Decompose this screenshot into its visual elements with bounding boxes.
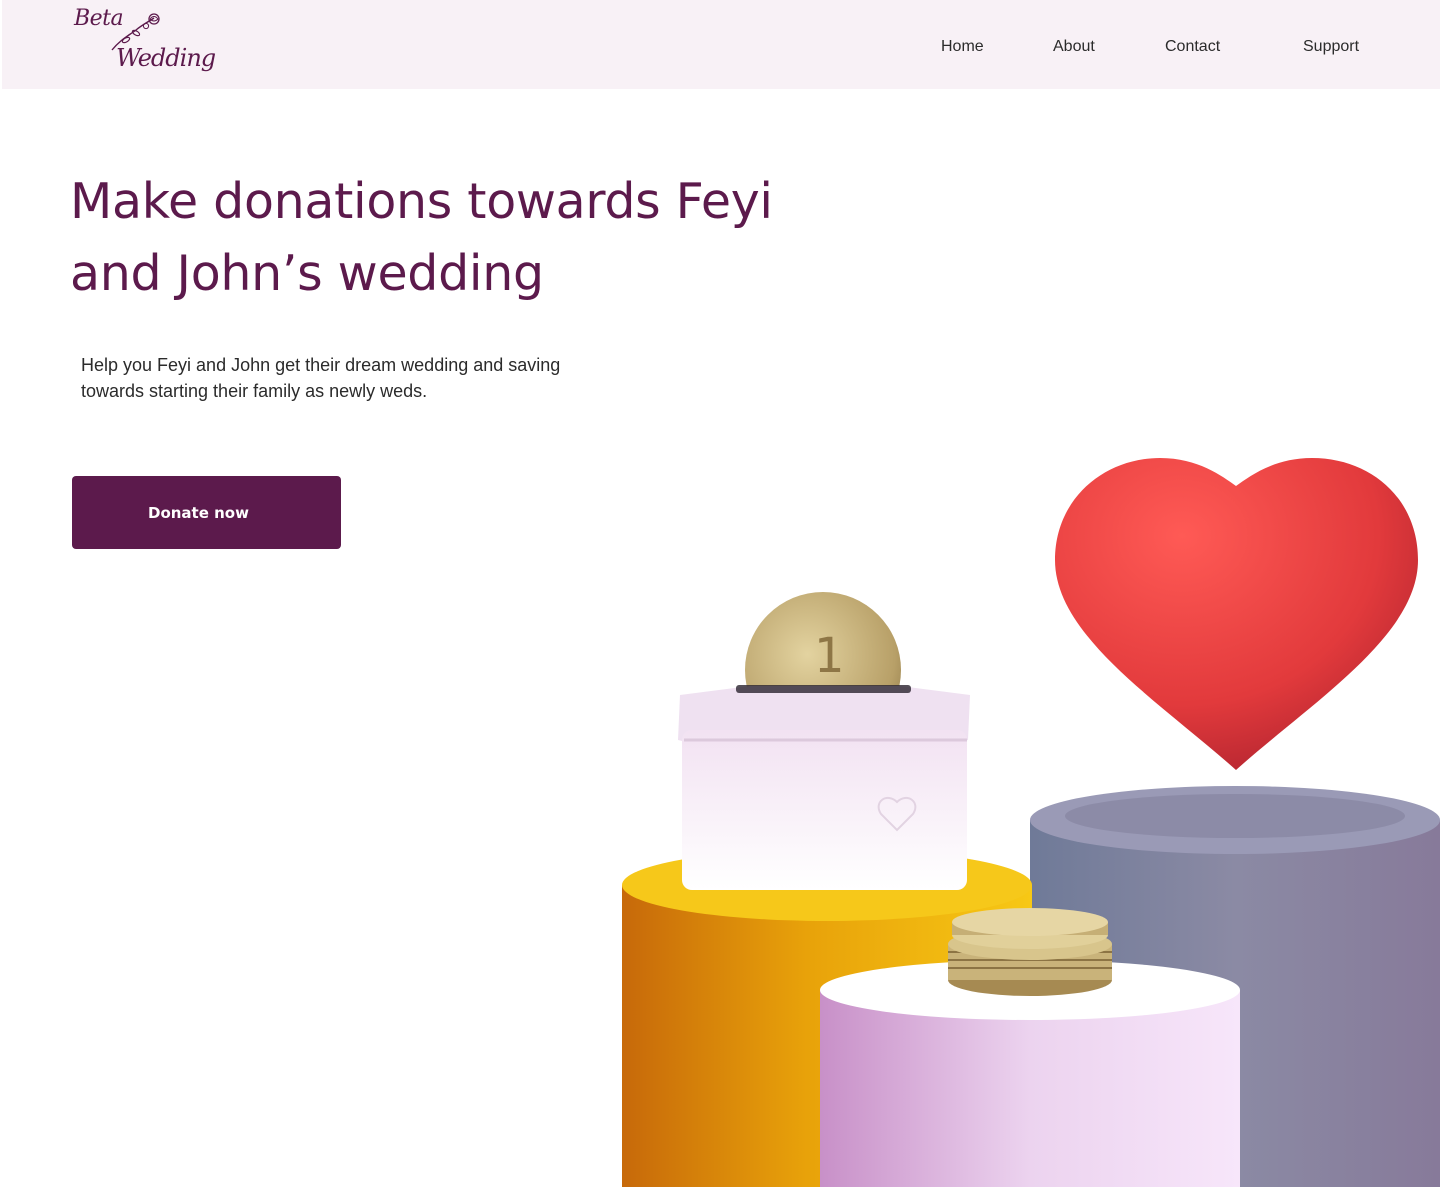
nav-contact-link[interactable]: Contact bbox=[1165, 38, 1220, 56]
hero-subtitle: Help you Feyi and John get their dream w… bbox=[81, 355, 561, 401]
donation-box: 1 bbox=[678, 592, 970, 890]
nav-home-link[interactable]: Home bbox=[941, 38, 984, 56]
nav-support-link[interactable]: Support bbox=[1303, 38, 1359, 56]
navbar: Beta Wedding Home About Contact Support bbox=[2, 0, 1440, 89]
donate-now-button[interactable]: Donate now bbox=[72, 476, 341, 549]
hero-title: Make donations towards Feyi and John’s w… bbox=[70, 173, 773, 302]
nav-about-link[interactable]: About bbox=[1053, 38, 1095, 56]
coin-numeral: 1 bbox=[814, 628, 845, 684]
brand-line-2: Wedding bbox=[116, 44, 216, 72]
donation-illustration: 1 bbox=[622, 458, 1440, 1187]
heart-icon bbox=[1055, 458, 1418, 770]
brand-line-1: Beta bbox=[74, 6, 124, 31]
coin-stack bbox=[948, 908, 1112, 996]
brand-logo[interactable]: Beta Wedding bbox=[70, 4, 216, 84]
